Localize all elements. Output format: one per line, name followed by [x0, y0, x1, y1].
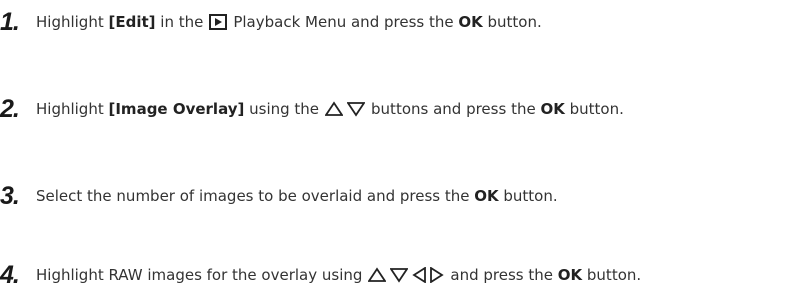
step-number: 1.	[0, 7, 20, 36]
ok-button-label: OK	[458, 13, 483, 31]
arrow-buttons	[323, 101, 367, 117]
ok-button-label: OK	[474, 187, 499, 205]
step-text: Select the number of images to be overla…	[36, 187, 558, 205]
ok-button-label: OK	[540, 100, 565, 118]
step-number: 3.	[0, 181, 20, 210]
step-3: 3. Select the number of images to be ove…	[0, 178, 558, 214]
triangle-up-icon	[368, 267, 387, 283]
triangle-left-icon	[412, 267, 427, 283]
triangle-up-icon	[325, 101, 344, 117]
triangle-down-icon	[347, 101, 366, 117]
step-text: Highlight [Image Overlay] using the butt…	[36, 100, 624, 118]
step-text: Highlight [Edit] in the Playback Menu an…	[36, 13, 542, 31]
arrow-buttons	[366, 267, 446, 283]
step-number: 2.	[0, 94, 20, 123]
ok-button-label: OK	[557, 266, 583, 284]
step-number: 4.	[0, 260, 20, 289]
step-4: 4. Highlight RAW images for the overlay …	[0, 257, 641, 293]
step-1: 1. Highlight [Edit] in the Playback Menu…	[0, 4, 542, 40]
triangle-right-icon	[430, 267, 445, 283]
step-text: Highlight RAW images for the overlay usi…	[36, 266, 642, 284]
step-2: 2. Highlight [Image Overlay] using the b…	[0, 91, 624, 127]
menu-item-label: [Image Overlay]	[108, 100, 245, 118]
triangle-down-icon	[390, 267, 409, 283]
playback-icon	[209, 14, 228, 30]
menu-item-label: [Edit]	[108, 13, 156, 31]
